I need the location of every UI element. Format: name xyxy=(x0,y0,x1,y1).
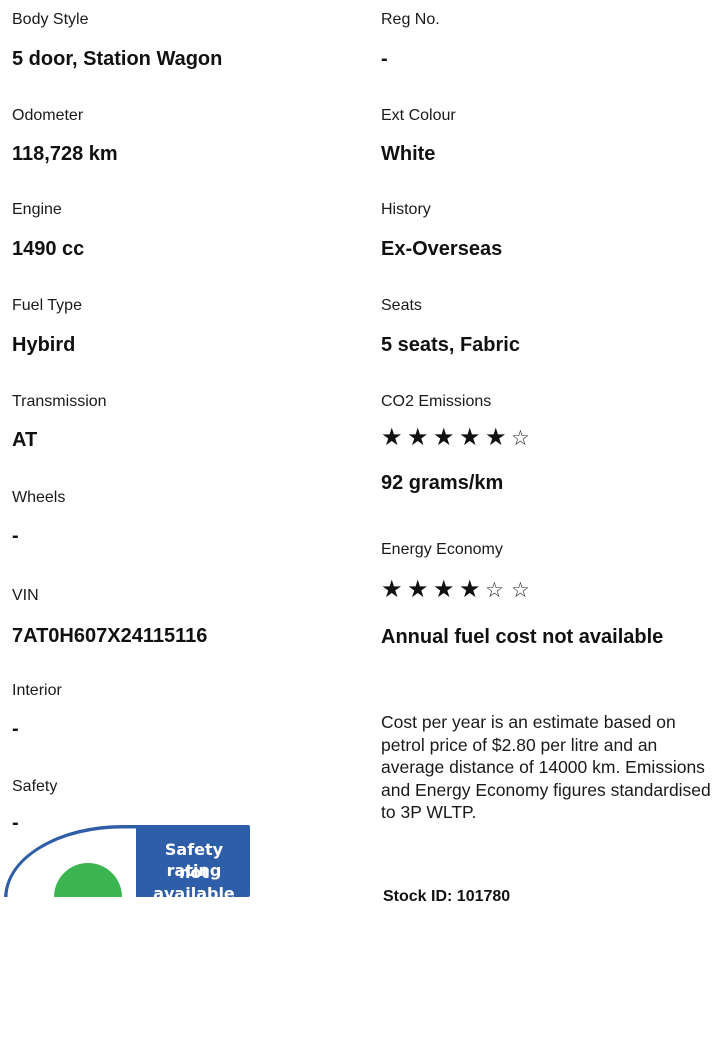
body-style-value: 5 door, Station Wagon xyxy=(12,48,223,70)
seats-label: Seats xyxy=(381,297,422,314)
filled-star-icon: ★ xyxy=(381,424,406,451)
annual-fuel-cost-value: Annual fuel cost not available xyxy=(381,626,664,648)
safety-rating-badge: Safety rating not available xyxy=(2,823,252,903)
co2-emissions-value: 92 grams/km xyxy=(381,472,504,494)
vin-label: VIN xyxy=(12,587,39,604)
stock-id: Stock ID: 101780 xyxy=(383,888,511,905)
safety-label: Safety xyxy=(12,778,58,795)
vin-value: 7AT0H607X24115116 xyxy=(12,625,208,647)
co2-star-rating: ★★★★★☆ xyxy=(381,426,537,451)
engine-label: Engine xyxy=(12,201,62,218)
filled-star-icon: ★ xyxy=(381,576,406,603)
filled-star-icon: ★ xyxy=(433,424,458,451)
co2-emissions-label: CO2 Emissions xyxy=(381,393,492,410)
empty-star-icon: ☆ xyxy=(511,427,533,450)
interior-value: - xyxy=(12,718,19,740)
fuel-type-label: Fuel Type xyxy=(12,297,82,314)
ext-colour-value: White xyxy=(381,143,436,165)
vehicle-details-page: { "left": { "body_style": {"label": "Bod… xyxy=(0,0,717,1041)
filled-star-icon: ★ xyxy=(459,424,484,451)
engine-value: 1490 cc xyxy=(12,238,85,260)
history-label: History xyxy=(381,201,431,218)
filled-star-icon: ★ xyxy=(407,424,432,451)
ext-colour-label: Ext Colour xyxy=(381,107,456,124)
odometer-label: Odometer xyxy=(12,107,84,124)
transmission-label: Transmission xyxy=(12,393,107,410)
odometer-value: 118,728 km xyxy=(12,143,118,165)
wheels-label: Wheels xyxy=(12,489,66,506)
wheels-value: - xyxy=(12,525,19,547)
empty-star-icon: ☆ xyxy=(485,579,507,602)
history-value: Ex-Overseas xyxy=(381,238,503,260)
interior-label: Interior xyxy=(12,682,62,699)
fuel-type-value: Hybird xyxy=(12,334,76,356)
filled-star-icon: ★ xyxy=(407,576,432,603)
energy-star-rating: ★★★★☆ ☆ xyxy=(381,578,537,603)
energy-economy-label: Energy Economy xyxy=(381,541,503,558)
reg-no-label: Reg No. xyxy=(381,11,440,28)
empty-star-icon: ☆ xyxy=(511,579,533,602)
badge-text-line2: not available xyxy=(153,863,235,903)
seats-value: 5 seats, Fabric xyxy=(381,334,520,356)
filled-star-icon: ★ xyxy=(459,576,484,603)
reg-no-value: - xyxy=(381,48,388,70)
transmission-value: AT xyxy=(12,429,38,451)
cost-estimate-note: Cost per year is an estimate based on pe… xyxy=(381,712,711,822)
filled-star-icon: ★ xyxy=(433,576,458,603)
filled-star-icon: ★ xyxy=(485,424,510,451)
body-style-label: Body Style xyxy=(12,11,89,28)
